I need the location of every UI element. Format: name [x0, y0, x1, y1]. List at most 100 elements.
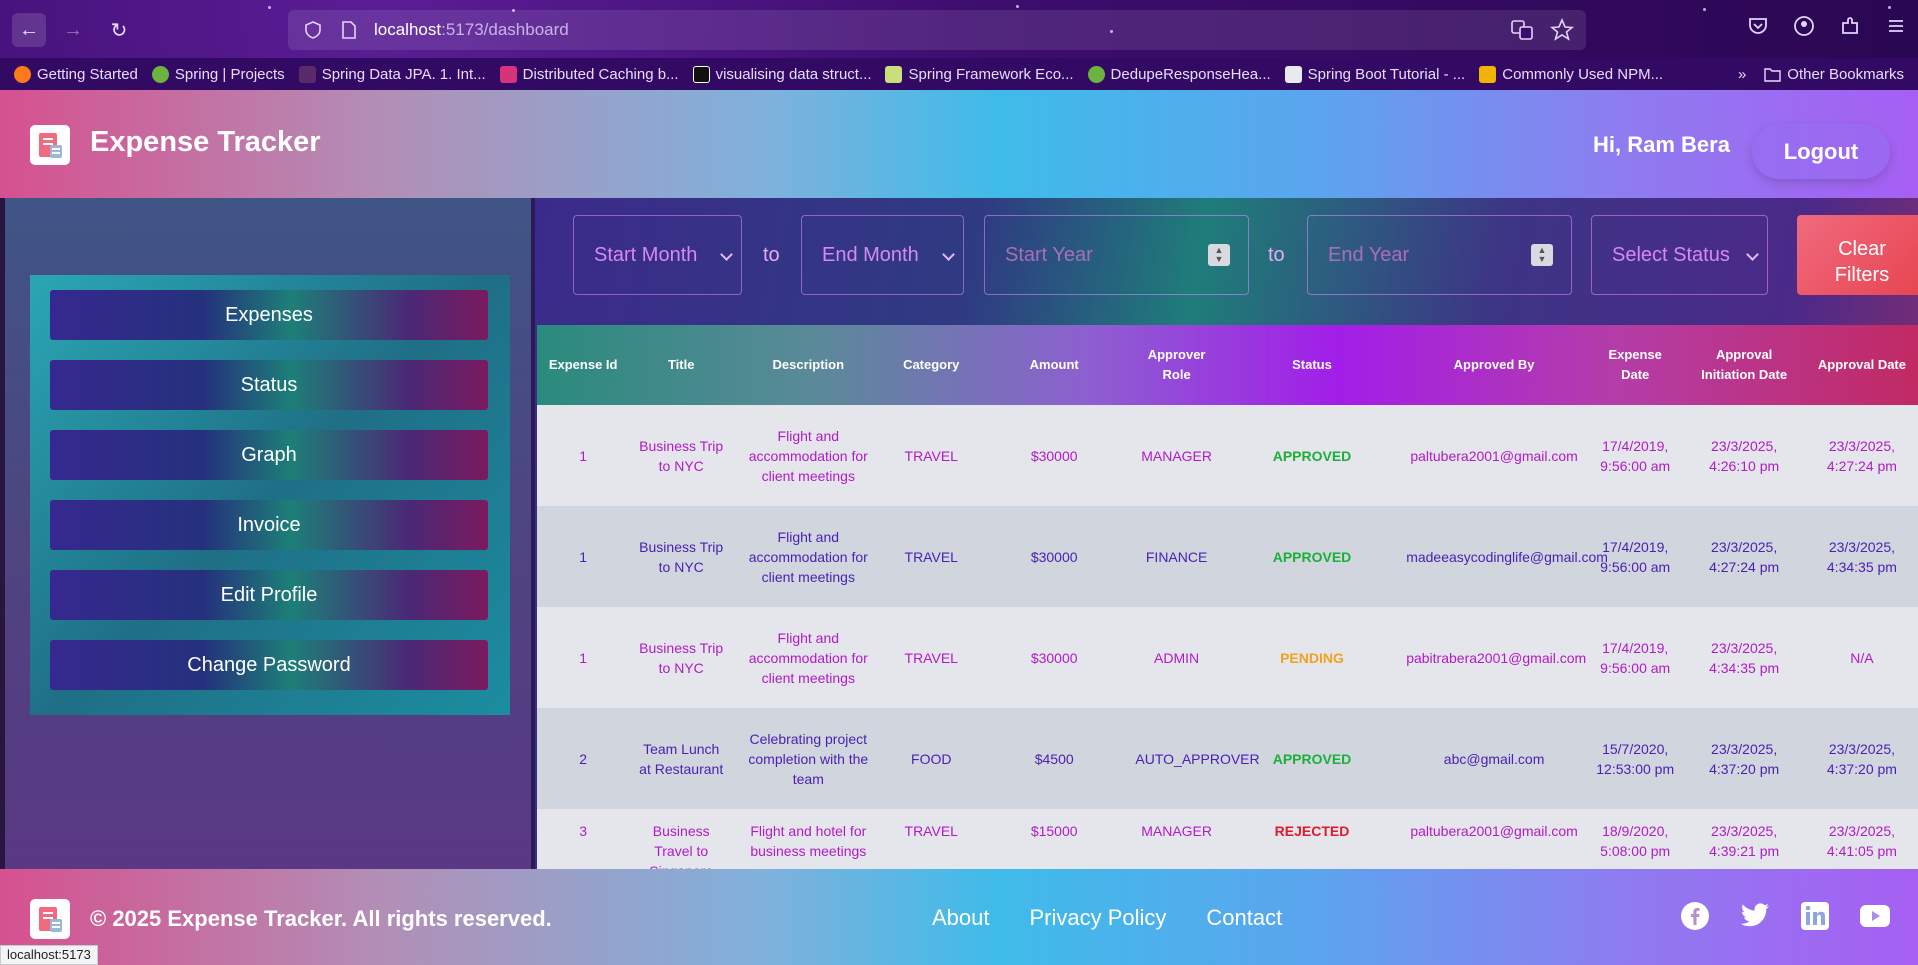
column-header[interactable]: Amount	[979, 325, 1129, 405]
stepper-icon[interactable]: ▲ ▼	[1208, 244, 1230, 266]
cell-approved-by: paltubera2001@gmail.com	[1410, 823, 1578, 839]
address-bar[interactable]: localhost:5173/dashboard	[288, 10, 1586, 50]
cell-amount: $15000	[1030, 823, 1078, 839]
status-select[interactable]: Select Status	[1591, 215, 1768, 295]
cell-approver-role: FINANCE	[1145, 548, 1208, 565]
clear-filters-button[interactable]: Clear Filters	[1797, 215, 1918, 295]
sidebar-item-edit-profile[interactable]: Edit Profile	[50, 570, 488, 620]
shield-icon[interactable]	[302, 19, 324, 41]
cell-title: Business Trip to NYC	[639, 437, 724, 474]
youtube-icon[interactable]	[1860, 901, 1890, 931]
bookmark-star-icon[interactable]	[1549, 17, 1575, 47]
cell-expense-date: 15/7/2020, 12:53:00 pm	[1596, 740, 1675, 777]
sidebar-item-graph[interactable]: Graph	[50, 430, 488, 480]
bookmark-item[interactable]: Distributed Caching b...	[499, 65, 679, 83]
column-header[interactable]: Approval Date	[1806, 325, 1918, 405]
reload-icon[interactable]: ↻	[102, 13, 136, 47]
cell-id: 2	[579, 750, 588, 767]
cell-status: APPROVED	[1272, 447, 1352, 464]
table-row[interactable]: 1 Business Trip to NYC Flight and accomm…	[537, 405, 1918, 506]
expense-logo-icon	[39, 907, 62, 932]
facebook-icon[interactable]	[1680, 901, 1710, 931]
bookmark-item[interactable]: Getting Started	[14, 65, 138, 83]
start-year-input[interactable]: Start Year ▲ ▼	[984, 215, 1249, 295]
start-month-label: Start Month	[594, 243, 698, 266]
back-icon[interactable]: ←	[12, 13, 46, 47]
forward-icon[interactable]: →	[56, 13, 90, 47]
cell-title: Business Travel to Singapore	[649, 823, 713, 869]
cell-approval-date: 23/3/2025, 4:34:35 pm	[1826, 538, 1897, 575]
menu-icon[interactable]	[1884, 14, 1908, 38]
bookmark-item[interactable]: Spring | Projects	[151, 65, 285, 83]
cell-status: REJECTED	[1274, 823, 1350, 839]
bookmark-item[interactable]: Spring Framework Eco...	[885, 65, 1074, 83]
sidebar-item-invoice[interactable]: Invoice	[50, 500, 488, 550]
start-year-placeholder: Start Year	[1005, 243, 1093, 266]
footer-links: About Privacy Policy Contact	[932, 905, 1282, 931]
more-bookmarks-icon[interactable]: »	[1738, 66, 1746, 83]
table-row[interactable]: 3 Business Travel to Singapore Flight an…	[537, 809, 1918, 869]
user-greeting: Hi, Ram Bera	[1593, 132, 1730, 157]
cell-initiation-date: 23/3/2025, 4:27:24 pm	[1709, 538, 1780, 575]
bookmark-favicon-icon	[499, 65, 517, 83]
cell-category: TRAVEL	[904, 823, 958, 839]
bookmark-item[interactable]: Spring Boot Tutorial - ...	[1284, 65, 1465, 83]
column-header[interactable]: Expense Id	[537, 325, 629, 405]
cell-expense-date: 18/9/2020, 5:08:00 pm	[1600, 823, 1671, 859]
column-header[interactable]: Approver Role	[1129, 325, 1223, 405]
extensions-icon[interactable]	[1838, 14, 1862, 38]
bookmark-item[interactable]: Commonly Used NPM...	[1479, 65, 1663, 83]
bookmark-item[interactable]: DedupeResponseHea...	[1087, 65, 1271, 83]
cell-approval-date: 23/3/2025, 4:27:24 pm	[1826, 437, 1897, 474]
translate-icon[interactable]	[1510, 18, 1534, 47]
bookmark-favicon-icon	[692, 65, 710, 83]
end-month-label: End Month	[822, 243, 919, 266]
footer-link-about[interactable]: About	[932, 905, 990, 931]
table-row[interactable]: 1 Business Trip to NYC Flight and accomm…	[537, 607, 1918, 708]
cell-approved-by: madeeasycodinglife@gmail.com	[1406, 548, 1608, 565]
end-month-select[interactable]: End Month	[801, 215, 964, 295]
account-icon[interactable]	[1792, 14, 1816, 38]
sidebar-item-expenses[interactable]: Expenses	[50, 290, 488, 340]
cell-id: 1	[579, 548, 588, 565]
column-header[interactable]: Status	[1224, 325, 1400, 405]
bookmark-item[interactable]: Spring Data JPA. 1. Int...	[298, 65, 486, 83]
expense-logo-icon	[39, 133, 62, 158]
sidebar-item-status[interactable]: Status	[50, 360, 488, 410]
cell-title: Business Trip to NYC	[639, 639, 724, 676]
other-bookmarks[interactable]: Other Bookmarks	[1764, 66, 1904, 83]
cell-approver-role: MANAGER	[1141, 823, 1212, 839]
expense-table-container[interactable]: Expense Id Title Description Category Am…	[537, 325, 1918, 869]
column-header[interactable]: Description	[733, 325, 883, 405]
table-row[interactable]: 2 Team Lunch at Restaurant Celebrating p…	[537, 708, 1918, 809]
cell-approver-role: AUTO_APPROVER	[1135, 750, 1260, 767]
cell-description: Celebrating project completion with the …	[748, 730, 869, 787]
pocket-icon[interactable]	[1746, 14, 1770, 38]
end-year-input[interactable]: End Year ▲ ▼	[1307, 215, 1572, 295]
app-logo[interactable]	[30, 125, 70, 165]
linkedin-icon[interactable]	[1800, 901, 1830, 931]
table-row[interactable]: 1 Business Trip to NYC Flight and accomm…	[537, 506, 1918, 607]
column-header[interactable]: Approved By	[1400, 325, 1588, 405]
twitter-icon[interactable]	[1740, 901, 1770, 931]
bookmark-favicon-icon	[298, 65, 316, 83]
page-info-icon[interactable]	[338, 19, 360, 41]
cell-initiation-date: 23/3/2025, 4:34:35 pm	[1709, 639, 1780, 676]
column-header[interactable]: Title	[629, 325, 733, 405]
copyright-text: © 2025 Expense Tracker. All rights reser…	[90, 906, 552, 931]
logout-button[interactable]: Logout	[1752, 124, 1890, 179]
stepper-icon[interactable]: ▲ ▼	[1531, 244, 1553, 266]
footer-link-privacy[interactable]: Privacy Policy	[1030, 905, 1167, 931]
cell-status: APPROVED	[1272, 548, 1352, 565]
footer-logo	[30, 899, 70, 939]
start-month-select[interactable]: Start Month	[573, 215, 742, 295]
cell-approved-by: abc@gmail.com	[1443, 750, 1545, 767]
footer-link-contact[interactable]: Contact	[1206, 905, 1282, 931]
column-header[interactable]: Category	[884, 325, 979, 405]
sidebar-item-change-password[interactable]: Change Password	[50, 640, 488, 690]
column-header[interactable]: Expense Date	[1588, 325, 1682, 405]
app-header: Expense Tracker Hi, Ram Bera Logout	[0, 90, 1918, 198]
bookmark-item[interactable]: visualising data struct...	[692, 65, 871, 83]
column-header[interactable]: Approval Initiation Date	[1682, 325, 1805, 405]
cell-initiation-date: 23/3/2025, 4:39:21 pm	[1709, 823, 1780, 859]
